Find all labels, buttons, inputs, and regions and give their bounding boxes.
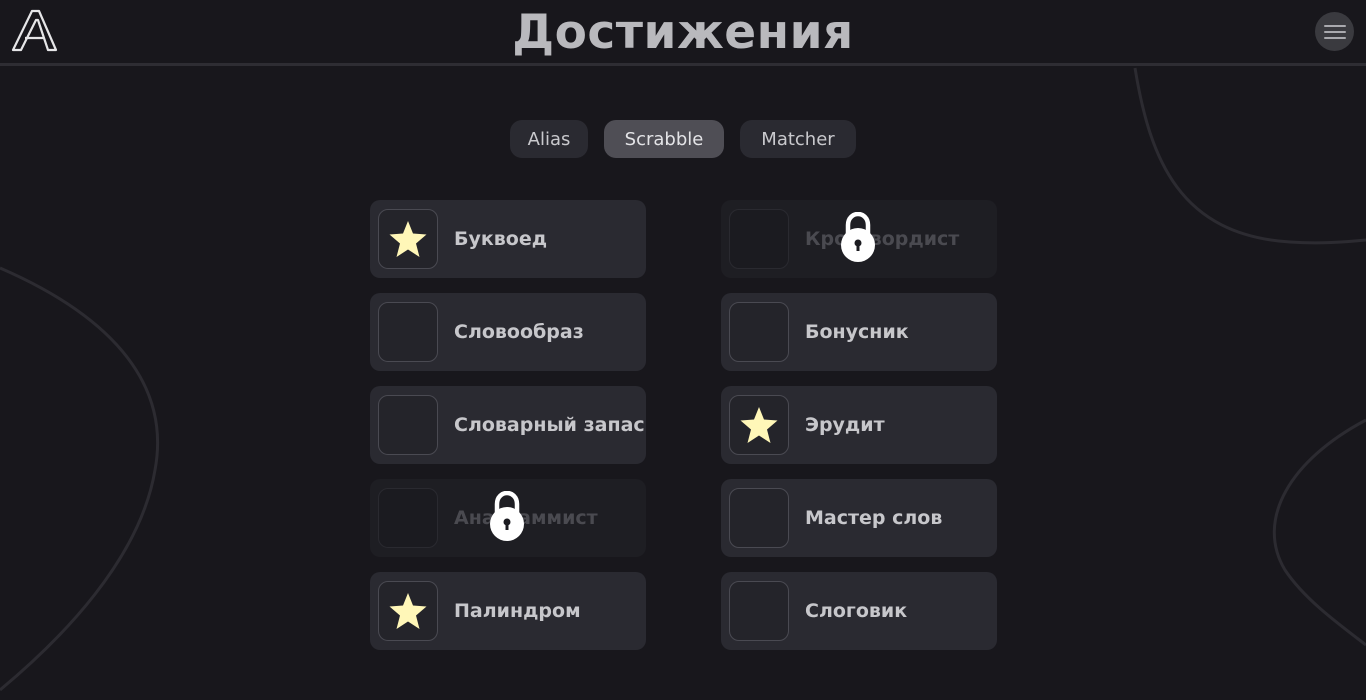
game-tabs: Alias Scrabble Matcher xyxy=(0,120,1366,159)
achievement-label: Словообраз xyxy=(454,321,584,343)
achievements-page: Достижения Alias Scrabble Matcher Буквое… xyxy=(0,0,1366,700)
achievement-label: Палиндром xyxy=(454,600,581,622)
achievement-card[interactable]: Словарный запас xyxy=(370,386,646,464)
star-icon xyxy=(389,221,427,257)
achievement-icon-box xyxy=(378,395,438,455)
header: Достижения xyxy=(0,0,1366,66)
achievement-card[interactable]: Мастер слов xyxy=(721,479,997,557)
achievement-label: Бонусник xyxy=(805,321,909,343)
star-icon xyxy=(740,407,778,443)
achievement-icon-box xyxy=(378,302,438,362)
achievement-card[interactable]: Слоговик xyxy=(721,572,997,650)
achievement-card-locked: Кроссвордист xyxy=(721,200,997,278)
lock-icon xyxy=(841,212,875,262)
achievement-card[interactable]: Буквоед xyxy=(370,200,646,278)
hamburger-menu-icon xyxy=(1323,24,1346,39)
achievement-card[interactable]: Эрудит xyxy=(721,386,997,464)
achievement-label: Словарный запас xyxy=(454,414,645,436)
star-icon xyxy=(389,593,427,629)
achievement-icon-box xyxy=(729,488,789,548)
background-decoration xyxy=(0,67,1366,692)
achievement-icon-box xyxy=(378,488,438,548)
lock-icon xyxy=(490,491,524,541)
menu-button[interactable] xyxy=(1315,12,1354,51)
achievement-icon-box xyxy=(729,581,789,641)
achievement-label: Слоговик xyxy=(805,600,908,622)
achievement-card[interactable]: Словообраз xyxy=(370,293,646,371)
achievement-card-locked: Анаграммист xyxy=(370,479,646,557)
achievement-icon-box xyxy=(378,209,438,269)
achievement-label: Мастер слов xyxy=(805,507,943,529)
page-title: Достижения xyxy=(512,5,854,60)
tab-matcher[interactable]: Matcher xyxy=(740,120,856,158)
achievement-icon-box xyxy=(729,302,789,362)
achievement-label: Буквоед xyxy=(454,228,548,250)
tab-scrabble[interactable]: Scrabble xyxy=(604,120,724,158)
tab-alias[interactable]: Alias xyxy=(510,120,588,158)
achievement-label: Кроссвордист xyxy=(805,228,960,250)
achievement-label: Эрудит xyxy=(805,414,885,436)
achievement-icon-box xyxy=(729,395,789,455)
achievement-card[interactable]: Бонусник xyxy=(721,293,997,371)
achievement-icon-box xyxy=(729,209,789,269)
achievement-card[interactable]: Палиндром xyxy=(370,572,646,650)
achievement-icon-box xyxy=(378,581,438,641)
